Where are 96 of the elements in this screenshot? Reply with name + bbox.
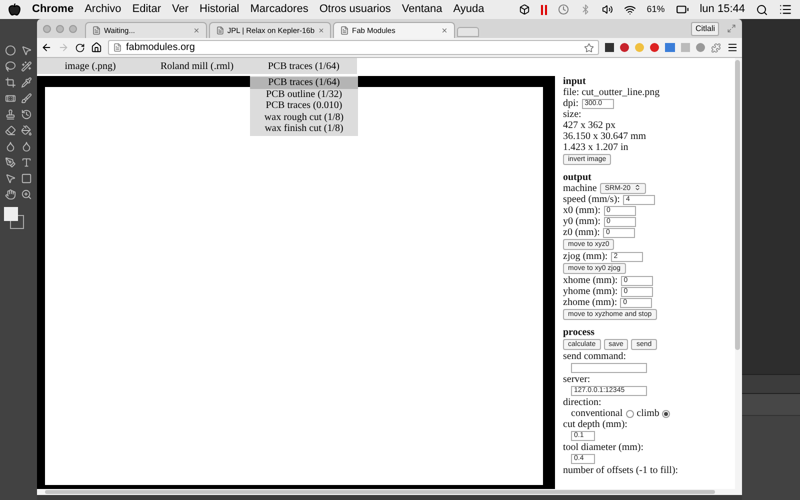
field-label: dpi: (563, 98, 579, 109)
menu-item[interactable]: Chrome (32, 1, 74, 18)
tool-icon[interactable] (21, 125, 32, 136)
field-label: xhome (mm): (563, 275, 618, 286)
field-label: zjog (mm): (563, 251, 608, 262)
clock-icon[interactable] (558, 4, 569, 15)
form-label: file: cut_outter_line.png (563, 87, 661, 98)
menu-item[interactable]: Ayuda (453, 1, 484, 18)
star-icon[interactable] (584, 42, 594, 52)
field-label: y0 (mm): (563, 216, 600, 227)
tool-icon[interactable] (4, 109, 16, 120)
search-icon[interactable] (756, 4, 768, 16)
form-label: 427 x 362 px (563, 120, 616, 131)
radio-label: climb (636, 408, 660, 419)
tool-icon[interactable] (4, 93, 16, 104)
tool-icon[interactable] (4, 189, 16, 200)
wifi-icon[interactable] (624, 4, 636, 16)
clock-text[interactable]: lun 15:44 (700, 1, 745, 18)
field-label: x0 (mm): (563, 205, 600, 216)
tool-icon[interactable] (21, 45, 32, 56)
page-icon (216, 26, 224, 35)
vertical-scrollbar[interactable] (735, 58, 742, 489)
menu-item[interactable]: Historial (200, 1, 240, 18)
tool-icon[interactable] (4, 77, 16, 88)
input-field[interactable] (571, 363, 647, 373)
tool-icon[interactable] (21, 141, 32, 152)
menu-item[interactable]: Ver (172, 1, 189, 18)
page-menu-item[interactable]: Roland mill (.rml) (144, 58, 250, 74)
page-icon (92, 26, 101, 35)
horizontal-scrollbar[interactable] (37, 489, 742, 495)
tool-icon[interactable] (4, 173, 16, 184)
form-label: send command: (563, 351, 628, 362)
field-label: zhome (mm): (563, 297, 618, 308)
field-label: speed (mm/s): (563, 194, 620, 205)
list-icon[interactable] (779, 3, 792, 16)
radio-label: conventional (571, 408, 623, 419)
tool-icon[interactable] (21, 93, 32, 104)
apple-icon[interactable] (8, 3, 21, 16)
form-label: tool diameter (mm): (563, 442, 645, 453)
reload-icon[interactable] (75, 42, 85, 52)
tool-icon[interactable] (4, 141, 16, 152)
dropdown-item[interactable]: PCB traces (0.010) (250, 100, 358, 112)
form-label: 36.150 x 30.647 mm (563, 131, 648, 142)
back-icon[interactable] (41, 42, 52, 53)
tool-icon[interactable] (21, 61, 32, 72)
dropdown-item[interactable]: PCB traces (1/64) (250, 77, 358, 88)
tool-icon[interactable] (4, 157, 16, 168)
form-label: direction: (563, 397, 602, 408)
form-label: 1.423 x 1.207 in (563, 142, 630, 153)
menu-icon[interactable] (727, 42, 738, 53)
menu-item[interactable]: Marcadores (250, 1, 308, 18)
tool-icon[interactable] (4, 125, 16, 136)
page-icon (113, 43, 122, 52)
updown-icon (634, 184, 641, 191)
tool-icon[interactable] (4, 45, 16, 56)
dropdown-item[interactable]: wax finish cut (1/8) (250, 123, 358, 134)
field-label: yhome (mm): (563, 286, 618, 297)
profile-button[interactable]: Citlali (691, 22, 719, 36)
section-heading: process (563, 327, 596, 338)
field-label: machine (563, 183, 597, 194)
address-bar[interactable]: fabmodules.org (108, 40, 599, 55)
box-icon[interactable] (518, 4, 530, 15)
close-icon[interactable] (318, 27, 324, 34)
page-icon (340, 26, 349, 35)
page-menu-item[interactable]: PCB traces (1/64) (250, 58, 358, 74)
battery-percent: 61% (646, 2, 665, 16)
menu-item[interactable]: Ventana (402, 1, 442, 18)
section-heading: input (563, 76, 587, 87)
page-menu-item[interactable]: image (.png) (37, 58, 144, 74)
form-label: number of offsets (-1 to fill): (563, 465, 680, 476)
puzzle-icon[interactable] (711, 42, 721, 52)
tool-icon[interactable] (4, 61, 16, 72)
menu-item[interactable]: Editar (132, 1, 161, 18)
battery-icon[interactable] (676, 3, 689, 16)
menu-item[interactable]: Archivo (84, 1, 122, 18)
menu-item[interactable]: Otros usuarios (319, 1, 391, 18)
form-label: server: (563, 374, 592, 385)
form-label: cut depth (mm): (563, 419, 628, 430)
radio-button[interactable] (662, 410, 670, 418)
close-icon[interactable] (441, 27, 448, 34)
home-icon[interactable] (91, 42, 102, 53)
close-icon[interactable] (193, 27, 200, 34)
tool-icon[interactable] (21, 77, 32, 88)
dropdown-item[interactable]: wax rough cut (1/8) (250, 112, 358, 123)
section-heading: output (563, 172, 592, 183)
tool-icon[interactable] (21, 109, 32, 120)
field-label: z0 (mm): (563, 227, 600, 238)
form-label: size: (563, 109, 582, 120)
fullscreen-icon[interactable] (727, 24, 736, 33)
tool-icon[interactable] (21, 173, 32, 184)
pause-icon[interactable] (540, 4, 547, 14)
tool-icon[interactable] (21, 157, 32, 168)
radio-button[interactable] (626, 410, 634, 418)
dropdown-item[interactable]: PCB outline (1/32) (250, 88, 358, 100)
volume-icon[interactable] (602, 4, 613, 15)
tool-icon[interactable] (21, 189, 32, 200)
